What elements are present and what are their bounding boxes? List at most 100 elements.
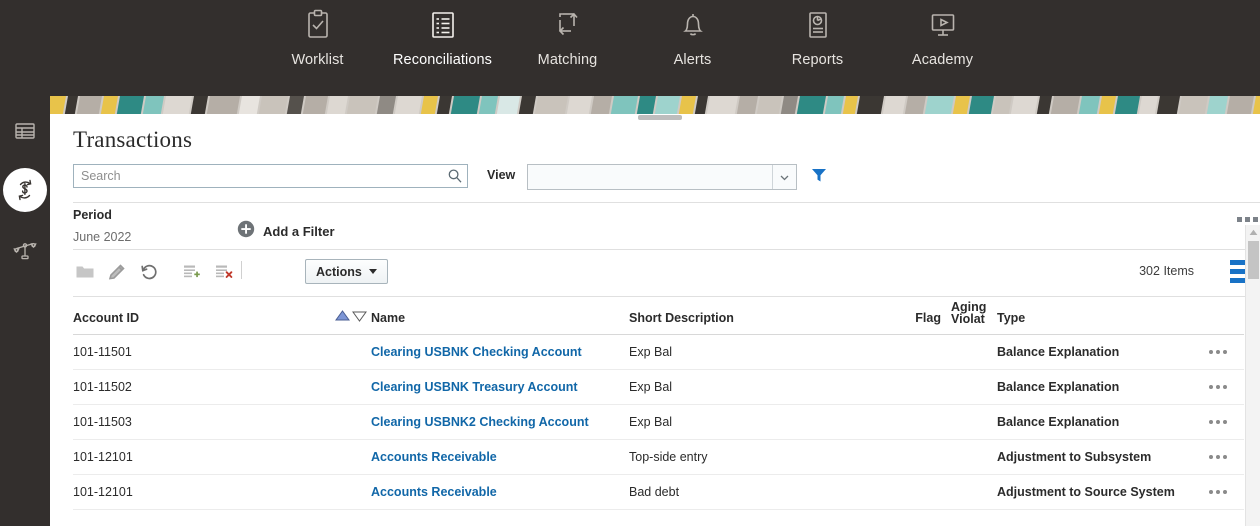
- cell-flag: [879, 369, 951, 405]
- cell-spacer: [335, 404, 371, 440]
- table-body: 101-11501 Clearing USBNK Checking Accoun…: [73, 334, 1244, 510]
- actions-button-label: Actions: [316, 264, 362, 279]
- rail-item-balance-scales[interactable]: [0, 224, 50, 274]
- cell-spacer: [335, 334, 371, 370]
- cell-account-id: 101-11503: [73, 404, 335, 440]
- plus-circle-icon: [237, 220, 255, 243]
- cell-spacer: [335, 369, 371, 405]
- rail-item-grid-table[interactable]: [0, 106, 50, 156]
- sort-ascending-icon[interactable]: [335, 310, 350, 325]
- add-row-icon[interactable]: [179, 260, 203, 284]
- cell-row-actions: [1209, 334, 1244, 370]
- cell-row-actions: [1209, 404, 1244, 440]
- table-vertical-scrollbar[interactable]: [1245, 225, 1260, 526]
- cell-name: Clearing USBNK Treasury Account: [371, 369, 629, 405]
- search-input[interactable]: [74, 165, 446, 187]
- top-navigation-bar: Worklist Reconciliations Matching Alerts…: [0, 0, 1260, 96]
- row-more-options-icon[interactable]: [1209, 385, 1244, 389]
- table-row[interactable]: 101-11503 Clearing USBNK2 Checking Accou…: [73, 404, 1244, 440]
- column-header-name[interactable]: Name: [371, 297, 629, 335]
- balance-scales-icon: [12, 237, 38, 261]
- cell-type: Balance Explanation: [989, 404, 1209, 440]
- cell-account-id: 101-12101: [73, 439, 335, 475]
- nav-item-matching[interactable]: Matching: [505, 0, 630, 68]
- table-row[interactable]: 101-11501 Clearing USBNK Checking Accoun…: [73, 334, 1244, 370]
- decorative-brush-banner: [50, 96, 1260, 114]
- add-filter-button[interactable]: Add a Filter: [237, 220, 335, 243]
- delete-row-icon[interactable]: [211, 260, 235, 284]
- row-more-options-icon[interactable]: [1209, 455, 1244, 459]
- nav-label: Reconciliations: [392, 52, 493, 68]
- sort-descending-icon[interactable]: [352, 310, 367, 325]
- row-more-options-icon[interactable]: [1209, 420, 1244, 424]
- cell-type: Balance Explanation: [989, 369, 1209, 405]
- cell-aging-violation: [951, 404, 989, 440]
- filter-more-options-icon[interactable]: [1237, 217, 1258, 222]
- reports-piechart-doc-icon: [801, 8, 835, 42]
- academy-monitor-play-icon: [926, 8, 960, 42]
- search-magnifier-icon[interactable]: [447, 168, 463, 184]
- nav-item-academy[interactable]: Academy: [880, 0, 1005, 68]
- actions-button[interactable]: Actions: [305, 259, 388, 284]
- cell-row-actions: [1209, 474, 1244, 510]
- scrollbar-thumb[interactable]: [1248, 241, 1259, 279]
- table-row[interactable]: 101-11502 Clearing USBNK Treasury Accoun…: [73, 369, 1244, 405]
- cell-name: Clearing USBNK Checking Account: [371, 334, 629, 370]
- cell-type: Adjustment to Source System: [989, 474, 1209, 510]
- column-header-row-actions: [1209, 297, 1244, 335]
- open-folder-icon[interactable]: [73, 260, 97, 284]
- filter-period-label: Period: [73, 208, 112, 222]
- panel-drag-handle[interactable]: [638, 115, 682, 120]
- nav-item-reconciliations[interactable]: Reconciliations: [380, 0, 505, 68]
- filter-period-value[interactable]: June 2022: [73, 230, 131, 244]
- nav-label: Academy: [911, 52, 974, 68]
- view-label: View: [487, 168, 516, 182]
- grid-table-icon: [14, 120, 36, 142]
- cell-aging-violation: [951, 439, 989, 475]
- filter-funnel-icon[interactable]: [810, 166, 828, 189]
- name-link[interactable]: Clearing USBNK Treasury Account: [371, 380, 578, 394]
- nav-label: Worklist: [291, 52, 344, 68]
- column-header-aging-violation[interactable]: Aging Violat: [951, 297, 989, 335]
- row-more-options-icon[interactable]: [1209, 350, 1244, 354]
- cell-name: Accounts Receivable: [371, 474, 629, 510]
- table-header-row: Account ID Name Short Description Flag A…: [73, 297, 1244, 335]
- edit-pencil-icon[interactable]: [105, 260, 129, 284]
- name-link[interactable]: Accounts Receivable: [371, 450, 497, 464]
- transactions-table: Account ID Name Short Description Flag A…: [73, 297, 1244, 510]
- transactions-table-wrapper: Account ID Name Short Description Flag A…: [73, 297, 1260, 526]
- column-header-account-id[interactable]: Account ID: [73, 297, 335, 335]
- column-header-flag[interactable]: Flag: [879, 297, 951, 335]
- table-row[interactable]: 101-12101 Accounts Receivable Bad debt A…: [73, 474, 1244, 510]
- row-more-options-icon[interactable]: [1209, 490, 1244, 494]
- cell-row-actions: [1209, 369, 1244, 405]
- nav-label: Reports: [791, 52, 844, 68]
- nav-item-worklist[interactable]: Worklist: [255, 0, 380, 68]
- view-select[interactable]: [527, 164, 797, 190]
- nav-item-reports[interactable]: Reports: [755, 0, 880, 68]
- cell-flag: [879, 439, 951, 475]
- column-header-short-description[interactable]: Short Description: [629, 297, 879, 335]
- refresh-undo-icon[interactable]: [137, 260, 161, 284]
- page-title: Transactions: [73, 127, 193, 152]
- app-root: Worklist Reconciliations Matching Alerts…: [0, 0, 1260, 526]
- sort-controls: [335, 297, 371, 335]
- transactions-currency-refresh-icon: [13, 178, 37, 202]
- cell-short-description: Exp Bal: [629, 404, 879, 440]
- name-link[interactable]: Clearing USBNK Checking Account: [371, 345, 582, 359]
- cell-short-description: Bad debt: [629, 474, 879, 510]
- column-header-type[interactable]: Type: [989, 297, 1209, 335]
- cell-name: Clearing USBNK2 Checking Account: [371, 404, 629, 440]
- scroll-up-arrow-icon[interactable]: [1246, 225, 1260, 239]
- nav-item-alerts[interactable]: Alerts: [630, 0, 755, 68]
- cell-aging-violation: [951, 474, 989, 510]
- table-row[interactable]: 101-12101 Accounts Receivable Top-side e…: [73, 439, 1244, 475]
- cell-row-actions: [1209, 439, 1244, 475]
- name-link[interactable]: Clearing USBNK2 Checking Account: [371, 415, 589, 429]
- name-link[interactable]: Accounts Receivable: [371, 485, 497, 499]
- cell-account-id: 101-12101: [73, 474, 335, 510]
- content-panel: Transactions View: [50, 96, 1260, 526]
- rail-item-transactions[interactable]: [3, 168, 47, 212]
- table-header: Account ID Name Short Description Flag A…: [73, 297, 1244, 335]
- cell-spacer: [335, 474, 371, 510]
